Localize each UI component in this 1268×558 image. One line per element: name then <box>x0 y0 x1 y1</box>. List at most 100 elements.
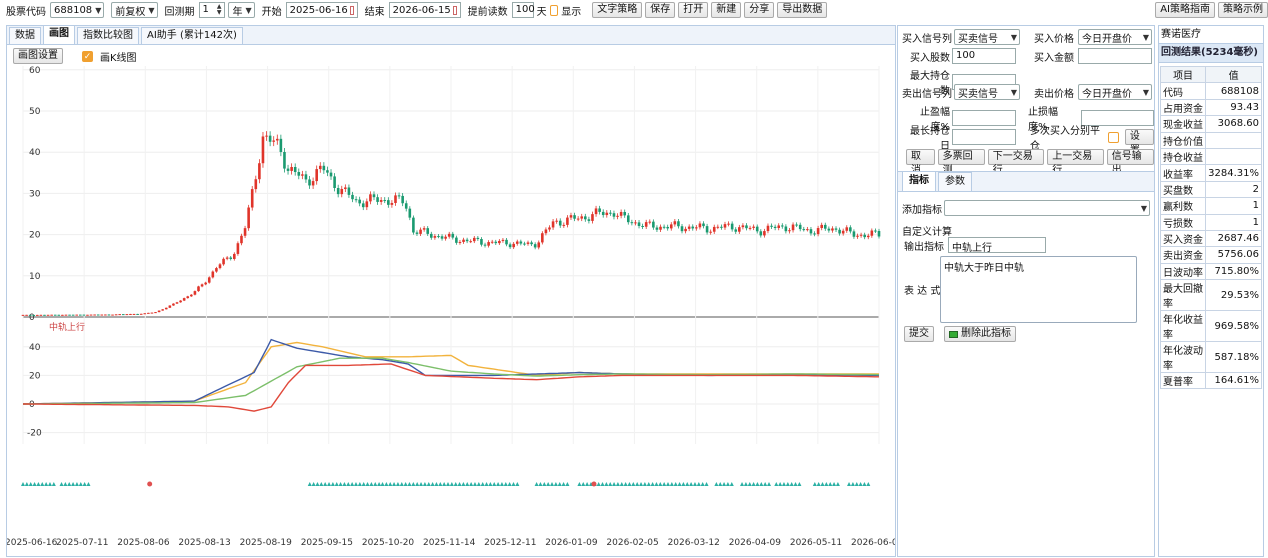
table-row: 最大回撤率 29.53% <box>1159 279 1262 312</box>
tab-ai-assistant[interactable]: AI助手 (累计142次) <box>141 27 243 44</box>
tab-indicator[interactable]: 指标 <box>902 171 936 191</box>
ai-guide-button[interactable]: AI策略指南 <box>1155 2 1215 18</box>
output-indicator-input[interactable]: 中轨上行 <box>948 237 1046 254</box>
candle-body <box>584 216 587 220</box>
x-tick-label: 2026-06-05 <box>851 538 895 548</box>
candle-body <box>207 277 211 283</box>
candle-body <box>157 310 161 313</box>
submit-button[interactable]: 提交 <box>904 326 934 342</box>
candle-body <box>372 194 376 198</box>
adjust-select[interactable]: 前复权 ▼ <box>111 2 158 18</box>
export-button[interactable]: 导出数据 <box>777 2 828 18</box>
buy-signal-marker <box>453 482 458 486</box>
expression-textarea[interactable]: 中轨大于昨日中轨 <box>940 256 1137 323</box>
spinner-icon[interactable]: ▲ ▼ <box>217 4 222 16</box>
save-button[interactable]: 保存 <box>645 2 676 18</box>
tab-data[interactable]: 数据 <box>9 27 41 44</box>
buy-signal-marker <box>311 482 316 486</box>
add-indicator-label: 添加指标 <box>902 204 942 216</box>
candle-body <box>515 241 519 244</box>
chart-panel: 数据 画图 指数比较图 AI助手 (累计142次) 画图设置 ✓ 画K线图 60… <box>6 25 896 557</box>
candle-body <box>512 243 515 248</box>
row-value: 164.61% <box>1205 372 1262 390</box>
row-item: 年化波动率 <box>1159 341 1207 374</box>
add-indicator-select[interactable]: ▼ <box>944 200 1150 216</box>
x-tick-label: 2025-08-06 <box>117 538 170 548</box>
cancel-button[interactable]: 取消 <box>906 149 935 176</box>
candle-body <box>218 264 222 269</box>
candle-body <box>358 199 361 204</box>
tab-draw[interactable]: 画图 <box>43 25 75 44</box>
next-trade-button[interactable]: 下一交易行 <box>987 149 1045 176</box>
candle-body <box>376 197 379 202</box>
stock-code-label: 股票代码 <box>6 6 46 18</box>
candle-body <box>727 223 730 225</box>
settings-button[interactable]: 设置 <box>1124 129 1154 156</box>
buy-signal-marker <box>835 482 840 486</box>
buy-signal-marker <box>858 482 863 486</box>
candle-body <box>716 226 720 228</box>
row-value: 688108 <box>1205 82 1262 100</box>
candle-body <box>820 224 823 229</box>
share-button[interactable]: 分享 <box>744 2 775 18</box>
table-row: 亏损数 1 <box>1159 213 1262 231</box>
row-value: 587.18% <box>1205 341 1262 374</box>
calendar-icon[interactable] <box>349 5 354 15</box>
buy-signal-marker <box>503 482 508 486</box>
x-axis: 2025-06-162025-07-11 2025-08-06 2025-08-13… <box>7 538 895 548</box>
buy-signal-marker <box>426 482 431 486</box>
tab-params[interactable]: 参数 <box>938 172 972 191</box>
tab-index-compare[interactable]: 指数比较图 <box>77 27 139 44</box>
buy-shares-input[interactable]: 100 <box>952 48 1016 64</box>
result-table: 项目值 代码 688108 占用资金 93.43 现金收益 3068.60 持仓价值 持仓收益… <box>1159 65 1262 390</box>
candle-body <box>53 314 57 316</box>
new-button[interactable]: 新建 <box>711 2 742 18</box>
kline-checkbox[interactable]: ✓ <box>82 50 93 62</box>
candle-body <box>422 228 426 230</box>
buy-price-select[interactable]: 今日开盘价 ▼ <box>1078 29 1152 45</box>
buy-signal-select[interactable]: 买卖信号 ▼ <box>954 29 1020 45</box>
candle-body <box>849 227 852 232</box>
buy-signal-marker <box>469 482 474 486</box>
max-days-input[interactable] <box>952 129 1016 145</box>
text-strategy-button[interactable]: 文字策略 <box>592 2 643 18</box>
lookback-days-input[interactable]: 100 <box>511 2 535 18</box>
draw-settings-button[interactable]: 画图设置 <box>13 48 63 64</box>
candle-body <box>458 241 462 243</box>
buy-signal-marker <box>854 482 859 486</box>
show-checkbox[interactable] <box>549 4 559 16</box>
buy-signal-marker <box>399 482 404 486</box>
buy-signal-marker <box>866 482 871 486</box>
buy-signal-marker <box>442 482 447 486</box>
sell-price-select[interactable]: 今日开盘价 ▼ <box>1078 84 1152 100</box>
candle-body <box>426 228 430 234</box>
period-stepper[interactable]: 1 ▲ ▼ <box>198 2 226 18</box>
calendar-icon[interactable] <box>452 5 457 15</box>
buy-signal-marker <box>608 482 613 486</box>
row-value: 969.58% <box>1205 310 1262 343</box>
candle-body <box>798 224 802 230</box>
buy-price-label: 买入价格 <box>1034 33 1074 45</box>
stock-code-select[interactable]: 688108 ▼ <box>50 2 105 18</box>
x-tick-label: 2026-03-12 <box>668 538 720 548</box>
open-button[interactable]: 打开 <box>678 2 709 18</box>
examples-button[interactable]: 策略示例 <box>1218 2 1268 18</box>
y-tick-label: 20 <box>29 371 41 381</box>
buy-amount-input[interactable] <box>1078 48 1152 64</box>
prev-trade-button[interactable]: 上一交易行 <box>1047 149 1104 176</box>
row-item: 持仓收益 <box>1159 147 1207 166</box>
candle-body <box>247 207 250 229</box>
end-date-field[interactable]: 2026-06-15 <box>388 2 461 18</box>
sell-signal-select[interactable]: 买卖信号 ▼ <box>954 84 1020 100</box>
buy-signal-marker <box>67 482 72 486</box>
start-date-field[interactable]: 2025-06-16 <box>285 2 358 18</box>
multi-close-checkbox[interactable] <box>1108 131 1119 143</box>
buy-signal-marker <box>334 482 339 486</box>
candle-body <box>182 298 186 301</box>
delete-indicator-button[interactable]: 删除此指标 <box>944 326 1016 342</box>
signal-output-button[interactable]: 信号输出 <box>1106 149 1154 176</box>
multi-backtest-button[interactable]: 多票回测 <box>937 149 985 176</box>
period-unit-select[interactable]: 年 ▼ <box>228 2 255 18</box>
stock-chart[interactable]: 60 50 40 30 20 10 0 40 20 0 -20 2025-06-162025-07-… <box>7 66 895 558</box>
candle-body <box>32 314 36 316</box>
